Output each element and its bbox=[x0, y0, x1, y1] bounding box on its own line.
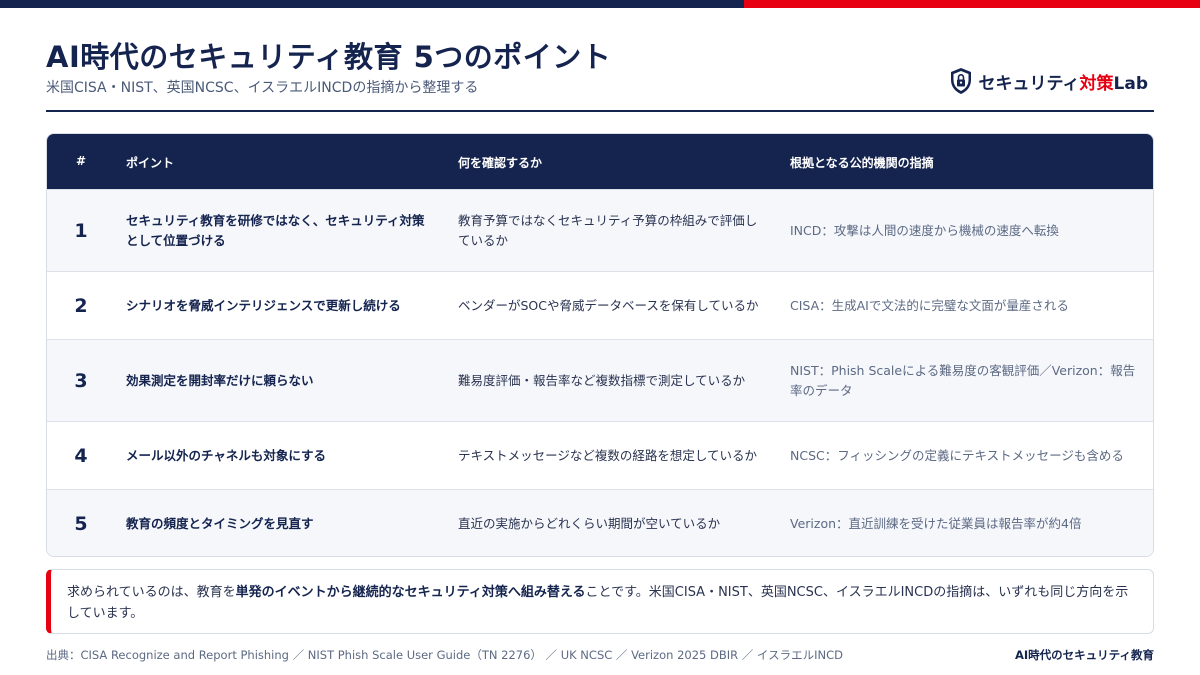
table-header: # ポイント 何を確認するか 根拠となる公的機関の指摘 bbox=[47, 134, 1153, 189]
row-check: ベンダーがSOCや脅威データベースを保有しているか bbox=[458, 297, 759, 313]
summary-text-before: 求められているのは、教育を bbox=[67, 585, 236, 600]
top-accent-navy bbox=[0, 0, 744, 8]
brand-logo: セキュリティ対策Lab bbox=[949, 66, 1148, 96]
row-check: テキストメッセージなど複数の経路を想定しているか bbox=[458, 447, 758, 463]
points-table: # ポイント 何を確認するか 根拠となる公的機関の指摘 1 セキュリティ教育を研… bbox=[46, 133, 1154, 557]
table-row: 5 教育の頻度とタイミングを見直す 直近の実施からどれくらい期間が空いているか … bbox=[47, 489, 1153, 556]
page-subtitle: 米国CISA・NIST、英国NCSC、イスラエルINCDの指摘から整理する bbox=[46, 80, 479, 96]
brand-name: セキュリティ対策Lab bbox=[978, 73, 1148, 94]
row-number: 4 bbox=[74, 444, 88, 467]
row-check: 難易度評価・報告率など複数指標で測定しているか bbox=[458, 372, 746, 388]
row-point: 教育の頻度とタイミングを見直す bbox=[126, 516, 314, 531]
page-title: AI時代のセキュリティ教育 5つのポイント bbox=[46, 40, 612, 74]
source-citation: 出典：CISA Recognize and Report Phishing ／ … bbox=[46, 648, 843, 662]
row-basis: NCSC：フィッシングの定義にテキストメッセージも含める bbox=[790, 447, 1124, 463]
row-check: 直近の実施からどれくらい期間が空いているか bbox=[458, 516, 721, 531]
row-basis: INCD：攻撃は人間の速度から機械の速度へ転換 bbox=[790, 222, 1059, 238]
row-number: 2 bbox=[74, 294, 88, 317]
top-accent-bar bbox=[0, 0, 1200, 8]
header-check: 何を確認するか bbox=[458, 156, 543, 170]
row-point: メール以外のチャネルも対象にする bbox=[126, 447, 327, 463]
summary-emphasis: 単発のイベントから継続的なセキュリティ対策へ組み替える bbox=[235, 585, 586, 600]
row-point: セキュリティ教育を研修ではなく、セキュリティ対策として位置づける bbox=[126, 212, 425, 248]
row-basis: CISA：生成AIで文法的に完璧な文面が量産される bbox=[790, 297, 1069, 313]
row-basis: Verizon：直近訓練を受けた従業員は報告率が約4倍 bbox=[790, 516, 1082, 531]
header-num: # bbox=[75, 154, 87, 168]
table-row: 4 メール以外のチャネルも対象にする テキストメッセージなど複数の経路を想定して… bbox=[47, 421, 1153, 489]
table-row: 2 シナリオを脅威インテリジェンスで更新し続ける ベンダーがSOCや脅威データベ… bbox=[47, 271, 1153, 339]
row-point: 効果測定を開封率だけに頼らない bbox=[126, 372, 314, 388]
row-point: シナリオを脅威インテリジェンスで更新し続ける bbox=[126, 297, 401, 313]
row-basis: NIST：Phish Scaleによる難易度の客観評価／Verizon：報告率の… bbox=[790, 362, 1136, 398]
top-accent-red bbox=[744, 0, 1200, 8]
row-number: 5 bbox=[74, 513, 88, 535]
table-row: 3 効果測定を開封率だけに頼らない 難易度評価・報告率など複数指標で測定している… bbox=[47, 339, 1153, 421]
row-check: 教育予算ではなくセキュリティ予算の枠組みで評価しているか bbox=[458, 212, 758, 248]
header-point: ポイント bbox=[126, 156, 175, 170]
row-number: 1 bbox=[74, 219, 88, 242]
summary-callout: 求められているのは、教育を単発のイベントから継続的なセキュリティ対策へ組み替える… bbox=[46, 569, 1154, 634]
header-divider bbox=[46, 110, 1154, 112]
footer-series-title: AI時代のセキュリティ教育 bbox=[1015, 648, 1154, 662]
row-number: 3 bbox=[74, 369, 88, 392]
header-basis: 根拠となる公的機関の指摘 bbox=[790, 156, 934, 170]
table-row: 1 セキュリティ教育を研修ではなく、セキュリティ対策として位置づける 教育予算で… bbox=[47, 189, 1153, 271]
shield-lock-icon bbox=[950, 68, 971, 94]
